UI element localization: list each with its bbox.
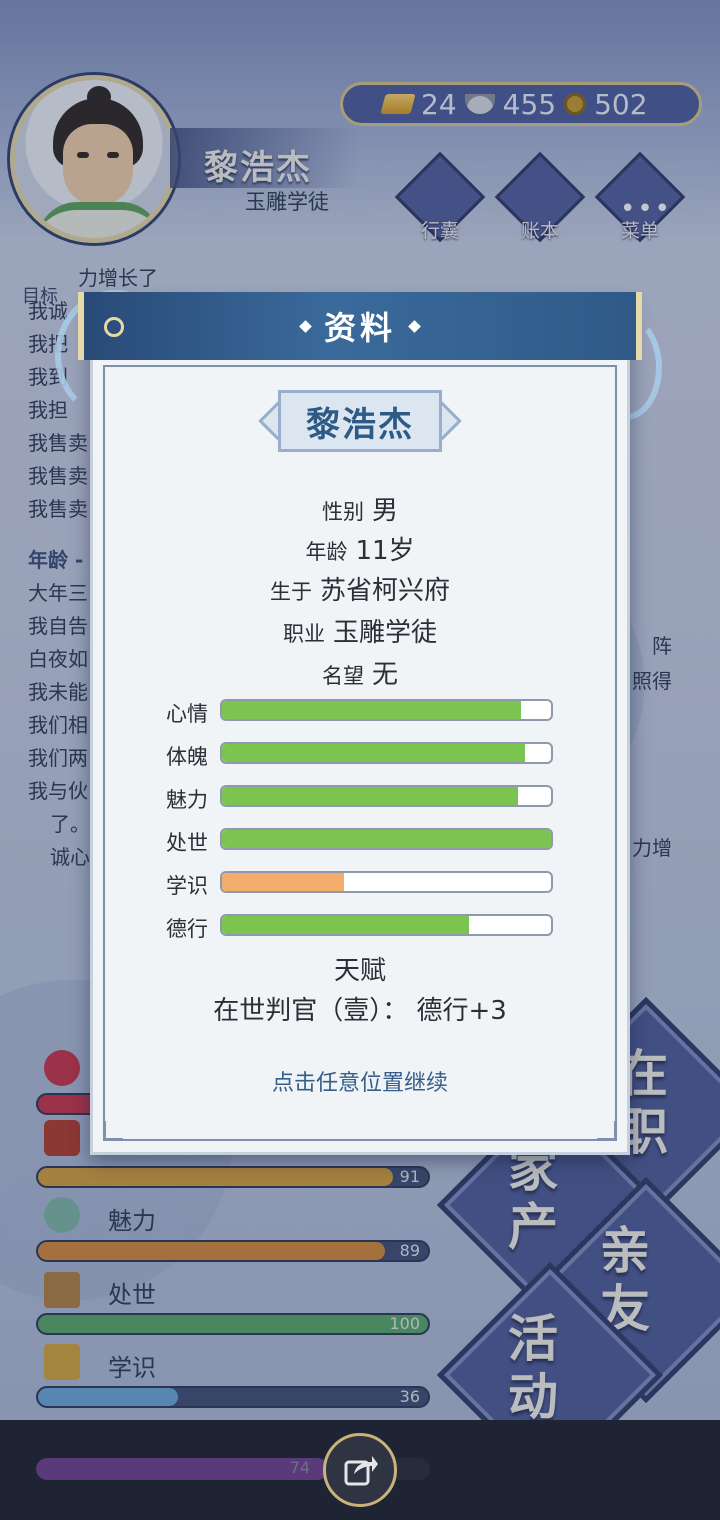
- fame-label: 名望: [321, 664, 364, 688]
- fame-row: 名望无: [90, 654, 630, 691]
- birthplace-value: 苏省柯兴府: [319, 576, 450, 606]
- job-label: 职业: [282, 622, 325, 646]
- age-value: 11岁: [355, 536, 415, 566]
- attr-label-mood: 心情: [166, 702, 208, 726]
- corner-ornament: [103, 1121, 123, 1141]
- continue-hint[interactable]: 点击任意位置继续: [90, 1065, 630, 1097]
- attr-label-virtue: 德行: [166, 917, 208, 941]
- attr-bar-virtue: [220, 914, 553, 936]
- dialog-name: 黎浩杰: [306, 404, 414, 445]
- ring-ornament: [104, 317, 124, 337]
- attr-label-physique: 体魄: [166, 745, 208, 769]
- diamond-dot-icon: [408, 319, 421, 333]
- attr-label-knowledge: 学识: [166, 874, 208, 898]
- gender-value: 男: [371, 496, 398, 526]
- corner-ornament: [597, 1121, 617, 1141]
- attr-bar-mood: [220, 699, 553, 721]
- gender-label: 性别: [321, 500, 364, 524]
- attr-bar-physique: [220, 742, 553, 764]
- attr-bar-knowledge: [220, 871, 553, 893]
- birthplace-row: 生于 苏省柯兴府: [90, 570, 630, 607]
- attr-bar-charm: [220, 785, 553, 807]
- share-button[interactable]: [323, 1433, 397, 1507]
- attr-bar-social: [220, 828, 553, 850]
- talent-description: 在世判官（壹）： 德行+3: [213, 996, 507, 1026]
- gender-row: 性别男: [90, 490, 630, 527]
- share-icon: [344, 1456, 378, 1486]
- attr-label-charm: 魅力: [166, 788, 208, 812]
- job-row: 职业 玉雕学徒: [90, 612, 630, 649]
- dialog-title: 资料: [323, 309, 396, 347]
- talent-title: 天赋: [333, 956, 386, 986]
- age-label: 年龄: [305, 540, 348, 564]
- job-value: 玉雕学徒: [332, 618, 437, 648]
- birthplace-label: 生于: [269, 580, 312, 604]
- fame-value: 无: [371, 660, 398, 690]
- age-row: 年龄 11岁: [90, 530, 630, 567]
- attr-label-social: 处世: [166, 831, 208, 855]
- dialog-header: 资料: [78, 292, 642, 360]
- diamond-dot-icon: [299, 319, 312, 333]
- name-badge: 黎浩杰: [258, 390, 462, 452]
